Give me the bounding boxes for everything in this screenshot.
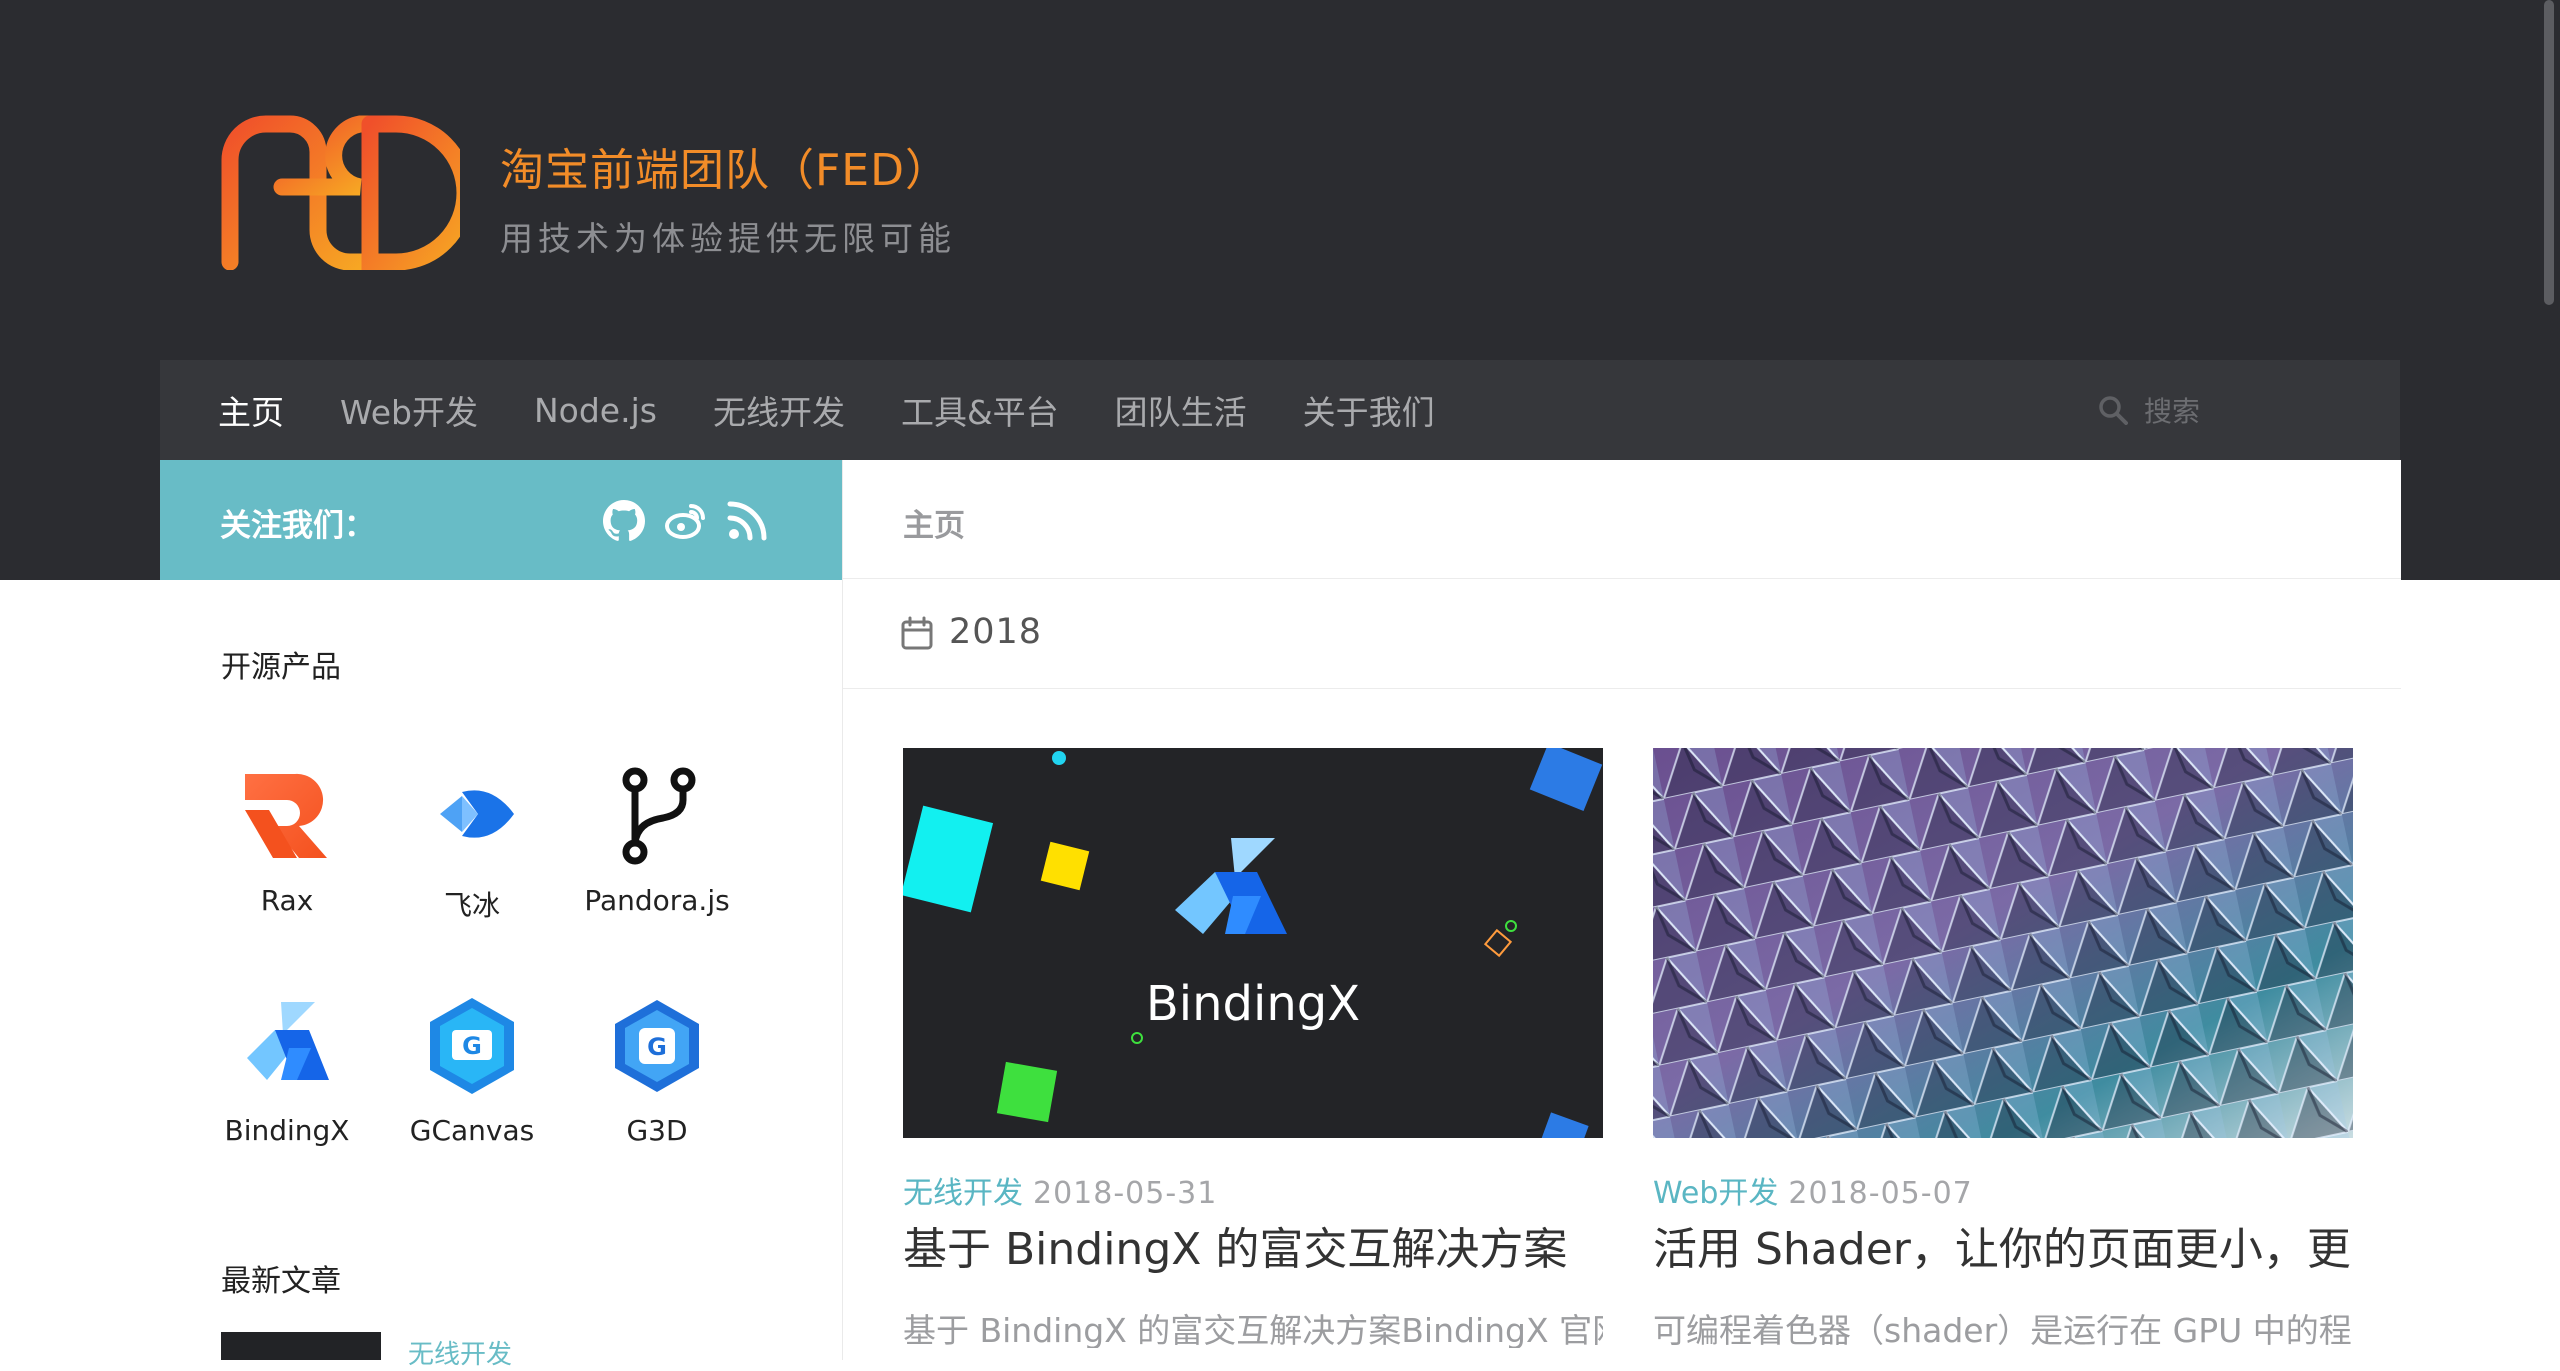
nav-item-nodejs[interactable]: Node.js [534, 391, 657, 430]
main-content: 主页 2018 BindingX 无线开发 2018-05-31 基于 Bind… [842, 460, 2401, 1360]
post-category[interactable]: 无线开发 [903, 1176, 1023, 1211]
products-heading: 开源产品 [221, 650, 341, 685]
nav-item-team-life[interactable]: 团队生活 [1115, 386, 1247, 434]
site-title[interactable]: 淘宝前端团队（FED） [500, 134, 950, 198]
post-title[interactable]: 活用 Shader，让你的页面更小，更 [1653, 1213, 2373, 1277]
post-date: 2018-05-31 [1033, 1176, 1218, 1211]
nav-item-web[interactable]: Web开发 [340, 386, 478, 434]
product-rax[interactable]: Rax [197, 766, 377, 966]
svg-text:G: G [462, 1032, 482, 1060]
fed-logo-icon[interactable] [220, 112, 460, 270]
pandora-logo-icon [622, 767, 696, 865]
ice-logo-icon [440, 790, 514, 838]
svg-text:G: G [647, 1033, 667, 1061]
breadcrumb: 主页 [843, 460, 2401, 579]
calendar-icon [901, 616, 933, 650]
post-excerpt: 可编程着色器（shader）是运行在 GPU 中的程 [1653, 1311, 2352, 1348]
rax-logo-icon [245, 773, 327, 858]
g3d-logo-icon: G [615, 1000, 699, 1092]
rss-icon[interactable] [726, 498, 770, 542]
post-meta: 无线开发 2018-05-31 [903, 1168, 1217, 1212]
gcanvas-logo-icon: G [430, 998, 514, 1094]
search-icon [2099, 396, 2128, 425]
post-excerpt: 基于 BindingX 的富交互解决方案BindingX 官网: [903, 1311, 1603, 1348]
banner-title: BindingX [1146, 976, 1360, 1032]
nav-item-tools[interactable]: 工具&平台 [901, 386, 1059, 434]
follow-bar: 关注我们： [160, 460, 842, 580]
breadcrumb-home[interactable]: 主页 [903, 500, 965, 545]
archive-year: 2018 [949, 612, 1043, 652]
shader-ceiling-image [1653, 748, 2353, 1138]
recent-heading: 最新文章 [221, 1264, 341, 1299]
product-label: GCanvas [409, 1114, 535, 1147]
post-thumbnail[interactable] [1653, 748, 2353, 1138]
post-date: 2018-05-07 [1788, 1176, 1973, 1211]
follow-label: 关注我们： [220, 508, 375, 544]
bindingx-banner-image: BindingX [903, 748, 1603, 1138]
recent-post-thumbnail[interactable] [221, 1332, 381, 1360]
weibo-icon[interactable] [664, 498, 708, 542]
recent-post-category[interactable]: 无线开发 [408, 1334, 512, 1371]
main-nav: 主页 Web开发 Node.js 无线开发 工具&平台 团队生活 关于我们 搜索 [160, 360, 2400, 460]
post-category[interactable]: Web开发 [1653, 1176, 1778, 1211]
product-label: BindingX [224, 1114, 350, 1147]
nav-item-home[interactable]: 主页 [218, 386, 284, 434]
product-label: Pandora.js [584, 884, 730, 917]
nav-item-about[interactable]: 关于我们 [1303, 386, 1435, 434]
nav-item-mobile[interactable]: 无线开发 [713, 386, 845, 434]
product-label: Rax [260, 884, 314, 917]
archive-year-bar: 2018 [843, 578, 2401, 689]
github-icon[interactable] [602, 498, 646, 542]
post-title[interactable]: 基于 BindingX 的富交互解决方案 [903, 1213, 1623, 1277]
search-placeholder: 搜索 [2143, 395, 2200, 428]
product-gcanvas[interactable]: G GCanvas [382, 996, 562, 1196]
post-meta: Web开发 2018-05-07 [1653, 1168, 1973, 1212]
product-bindingx[interactable]: BindingX [197, 996, 377, 1196]
product-g3d[interactable]: G G3D [567, 996, 747, 1196]
product-label: 飞冰 [443, 889, 500, 922]
sidebar: 开源产品 Rax 飞冰 Pandora.js BindingX G GCanva… [160, 580, 842, 1370]
post-thumbnail[interactable]: BindingX [903, 748, 1603, 1138]
product-label: G3D [626, 1114, 688, 1147]
product-pandora[interactable]: Pandora.js [567, 766, 747, 966]
scrollbar-thumb[interactable] [2544, 0, 2554, 305]
site-tagline: 用技术为体验提供无限可能 [500, 219, 956, 258]
product-ice[interactable]: 飞冰 [382, 766, 562, 966]
search-input[interactable]: 搜索 [2098, 388, 2200, 432]
bindingx-logo-icon [247, 1002, 329, 1080]
